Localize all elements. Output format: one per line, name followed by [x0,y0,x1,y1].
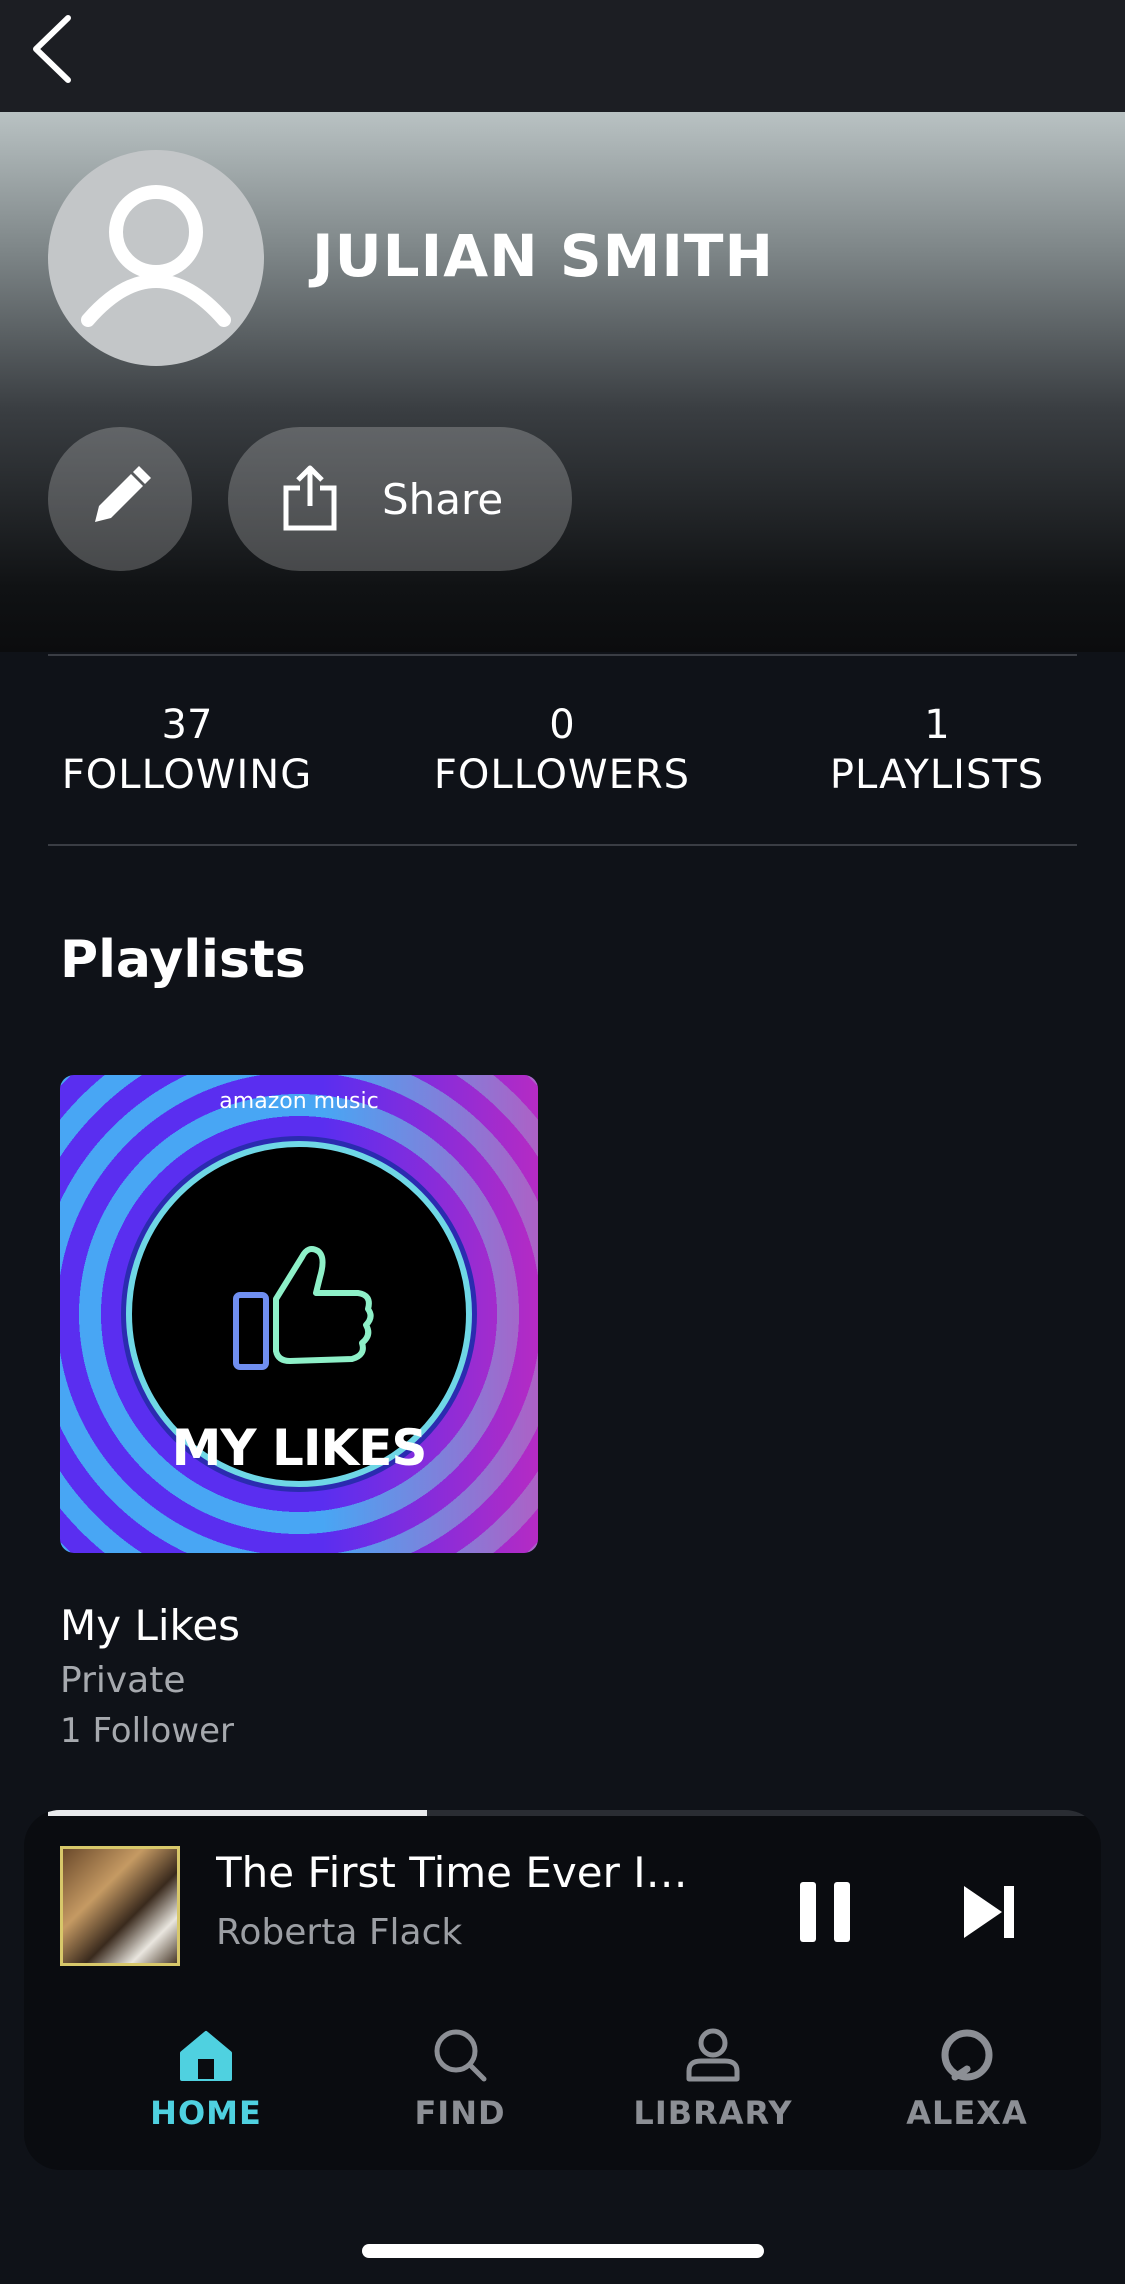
stat-following[interactable]: 37 FOLLOWING [27,700,347,800]
playlist-followers: 1 Follower [60,1711,234,1751]
stat-label: PLAYLISTS [829,752,1045,798]
nav-item-library[interactable]: LIBRARY [613,2020,813,2132]
avatar [48,150,264,366]
playback-progress-fill [48,1810,428,1816]
stat-count: 0 [549,702,575,748]
back-button[interactable] [30,6,110,96]
share-button[interactable]: Share [228,427,572,571]
nav-label: FIND [414,2094,506,2132]
profile-header: JULIAN SMITH Share [0,112,1125,652]
nav-item-find[interactable]: FIND [360,2020,560,2132]
playlist-name: My Likes [60,1601,241,1650]
playlist-artwork: amazon music MY LIKES [60,1075,538,1553]
share-label: Share [382,474,504,524]
search-icon [360,2020,560,2090]
stat-label: FOLLOWERS [433,752,691,798]
player-panel: The First Time Ever I… Roberta Flack HOM… [24,1810,1101,2170]
divider [48,844,1077,846]
playlists-heading: Playlists [60,930,306,990]
nav-label: LIBRARY [633,2094,793,2132]
edit-profile-button[interactable] [48,427,192,571]
stat-count: 37 [161,702,213,748]
library-icon [613,2020,813,2090]
stat-followers[interactable]: 0 FOLLOWERS [402,700,722,800]
profile-name: JULIAN SMITH [312,222,775,290]
pause-icon [788,1882,868,1956]
nav-item-alexa[interactable]: ALEXA [867,2020,1067,2132]
profile-screen: JULIAN SMITH Share 37 FOLLOWING 0 FOLLOW… [0,0,1125,2284]
stat-count: 1 [924,702,950,748]
home-indicator [362,2244,764,2258]
nav-item-home[interactable]: HOME [106,2020,306,2132]
nav-label: ALEXA [906,2094,1028,2132]
divider [48,654,1077,656]
now-playing-artist: Roberta Flack [216,1912,463,1953]
stat-playlists[interactable]: 1 PLAYLISTS [777,700,1097,800]
bottom-nav: HOME FIND LIBRARY ALEXA [24,2020,1101,2170]
user-placeholder-icon [48,185,264,366]
skip-next-icon [950,1886,1030,1956]
home-icon [106,2020,306,2090]
nav-label: HOME [150,2094,262,2132]
chevron-left-icon [30,14,74,88]
playlist-card[interactable]: amazon music MY LIKES My Likes Private 1… [60,1075,538,1751]
playback-progress-track[interactable] [48,1810,1101,1816]
artwork-disc: MY LIKES [126,1141,472,1487]
playlist-privacy: Private [60,1660,186,1701]
pause-button[interactable] [788,1862,868,1952]
pencil-icon [85,462,155,536]
now-playing-title[interactable]: The First Time Ever I… [216,1848,696,1897]
alexa-icon [867,2020,1067,2090]
top-bar [0,0,1125,112]
stat-label: FOLLOWING [61,752,313,798]
share-icon [280,462,340,536]
artwork-title: MY LIKES [171,1419,428,1477]
skip-next-button[interactable] [950,1862,1030,1952]
now-playing-artwork[interactable] [60,1846,180,1966]
artwork-brand: amazon music [219,1089,379,1114]
